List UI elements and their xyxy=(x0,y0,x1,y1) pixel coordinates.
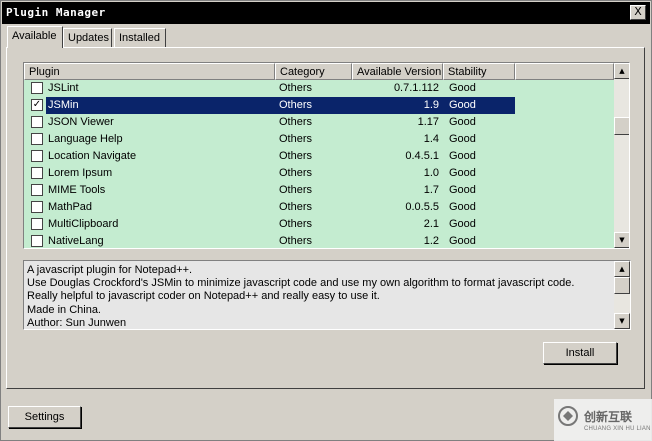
plugin-version: 1.2 xyxy=(423,235,439,247)
plugin-category: Others xyxy=(279,184,313,196)
plugin-category: Others xyxy=(279,235,313,247)
plugin-checkbox[interactable] xyxy=(31,150,43,162)
plugin-category: Others xyxy=(279,218,313,230)
watermark: 创新互联 CHUANG XIN HU LIAN xyxy=(554,399,652,441)
description-scrollbar[interactable]: ▲ ▼ xyxy=(614,261,630,329)
plugin-category: Others xyxy=(279,82,313,94)
plugin-name: MIME Tools xyxy=(48,184,106,196)
plugin-version: 0.4.5.1 xyxy=(405,150,439,162)
window-title: Plugin Manager xyxy=(6,6,106,19)
plugin-version: 0.7.1.112 xyxy=(393,82,439,94)
column-header-category[interactable]: Category xyxy=(275,63,352,80)
plugin-name: JSMin xyxy=(48,99,79,111)
plugin-description[interactable]: A javascript plugin for Notepad++. Use D… xyxy=(23,260,631,330)
plugin-version: 1.0 xyxy=(423,167,439,179)
scroll-up-icon[interactable]: ▲ xyxy=(614,261,630,277)
scroll-thumb[interactable] xyxy=(614,277,630,294)
plugin-category: Others xyxy=(279,201,313,213)
plugin-name: JSON Viewer xyxy=(48,116,114,128)
install-button[interactable]: Install xyxy=(543,342,617,364)
plugin-version: 1.4 xyxy=(423,133,439,145)
plugin-checkbox[interactable] xyxy=(31,218,43,230)
scroll-down-icon[interactable]: ▼ xyxy=(614,232,629,248)
table-row[interactable]: JSON Viewer Others 1.17 Good xyxy=(24,114,614,131)
plugin-checkbox[interactable]: ✓ xyxy=(31,99,43,111)
plugin-checkbox[interactable] xyxy=(31,116,43,128)
tab-available[interactable]: Available xyxy=(7,26,63,48)
scroll-thumb[interactable] xyxy=(614,117,629,135)
plugin-manager-window: Plugin Manager X Available Updates Insta… xyxy=(0,0,652,441)
plugin-rows: JSLint Others 0.7.1.112 Good ✓ JSMin Others 1.9… xyxy=(24,80,614,248)
table-row[interactable]: MIME Tools Others 1.7 Good xyxy=(24,182,614,199)
plugin-category: Others xyxy=(279,150,313,162)
column-header-stability[interactable]: Stability xyxy=(443,63,515,80)
watermark-subtext: CHUANG XIN HU LIAN xyxy=(584,426,651,432)
plugin-version: 1.17 xyxy=(417,116,439,128)
table-row[interactable]: MultiClipboard Others 2.1 Good xyxy=(24,216,614,233)
column-header-plugin[interactable]: Plugin xyxy=(24,63,275,80)
plugin-stability: Good xyxy=(449,201,476,213)
watermark-text: 创新互联 xyxy=(584,410,633,424)
plugin-stability: Good xyxy=(449,82,476,94)
table-row[interactable]: Location Navigate Others 0.4.5.1 Good xyxy=(24,148,614,165)
plugin-version: 0.0.5.5 xyxy=(405,201,439,213)
plugin-stability: Good xyxy=(449,133,476,145)
table-row[interactable]: ✓ JSMin Others 1.9 Good xyxy=(24,97,614,114)
column-header-filler xyxy=(515,63,614,80)
plugin-stability: Good xyxy=(449,167,476,179)
plugin-stability: Good xyxy=(449,218,476,230)
description-text: A javascript plugin for Notepad++. Use D… xyxy=(27,264,612,329)
plugin-stability: Good xyxy=(449,235,476,247)
plugin-category: Others xyxy=(279,167,313,179)
tab-installed[interactable]: Installed xyxy=(114,28,166,48)
description-line: A javascript plugin for Notepad++. xyxy=(27,264,193,276)
plugin-stability: Good xyxy=(449,184,476,196)
description-line: Use Douglas Crockford's JSMin to minimiz… xyxy=(27,277,575,290)
title-bar[interactable]: Plugin Manager X xyxy=(2,2,650,24)
plugin-category: Others xyxy=(279,116,313,128)
plugin-checkbox[interactable] xyxy=(31,167,43,179)
plugin-checkbox[interactable] xyxy=(31,184,43,196)
tab-updates[interactable]: Updates xyxy=(63,28,112,48)
plugin-name: MultiClipboard xyxy=(48,218,119,230)
scroll-down-icon[interactable]: ▼ xyxy=(614,313,630,329)
close-icon[interactable]: X xyxy=(630,5,646,20)
table-row[interactable]: MathPad Others 0.0.5.5 Good xyxy=(24,199,614,216)
plugin-name: MathPad xyxy=(48,201,93,213)
description-line: Really helpful to javascript coder on No… xyxy=(27,290,380,303)
description-line: Author: Sun Junwen xyxy=(27,316,127,329)
table-row[interactable]: Lorem Ipsum Others 1.0 Good xyxy=(24,165,614,182)
plugin-version: 2.1 xyxy=(423,218,439,230)
plugin-stability: Good xyxy=(449,150,476,162)
settings-button[interactable]: Settings xyxy=(8,406,81,428)
plugin-name: JSLint xyxy=(48,82,79,94)
plugin-name: Lorem Ipsum xyxy=(48,167,113,179)
column-header-version[interactable]: Available Version xyxy=(352,63,443,80)
plugin-name: NativeLang xyxy=(48,235,104,247)
scroll-up-icon[interactable]: ▲ xyxy=(614,63,629,79)
description-line: Made in China. xyxy=(27,303,101,316)
table-row[interactable]: NativeLang Others 1.2 Good xyxy=(24,233,614,248)
plugin-version: 1.7 xyxy=(423,184,439,196)
watermark-logo-icon xyxy=(558,406,578,426)
plugin-stability: Good xyxy=(449,116,476,128)
plugin-stability: Good xyxy=(449,99,476,111)
plugin-checkbox[interactable] xyxy=(31,235,43,247)
table-row[interactable]: JSLint Others 0.7.1.112 Good xyxy=(24,80,614,97)
plugin-name: Language Help xyxy=(48,133,123,145)
plugin-checkbox[interactable] xyxy=(31,201,43,213)
list-header: Plugin Category Available Version Stabil… xyxy=(24,63,614,80)
plugin-list[interactable]: Plugin Category Available Version Stabil… xyxy=(23,62,630,249)
plugin-name: Location Navigate xyxy=(48,150,137,162)
plugin-category: Others xyxy=(279,99,313,111)
table-row[interactable]: Language Help Others 1.4 Good xyxy=(24,131,614,148)
plugin-version: 1.9 xyxy=(423,99,439,111)
list-scrollbar[interactable]: ▲ ▼ xyxy=(614,63,629,248)
plugin-checkbox[interactable] xyxy=(31,133,43,145)
plugin-category: Others xyxy=(279,133,313,145)
plugin-checkbox[interactable] xyxy=(31,82,43,94)
